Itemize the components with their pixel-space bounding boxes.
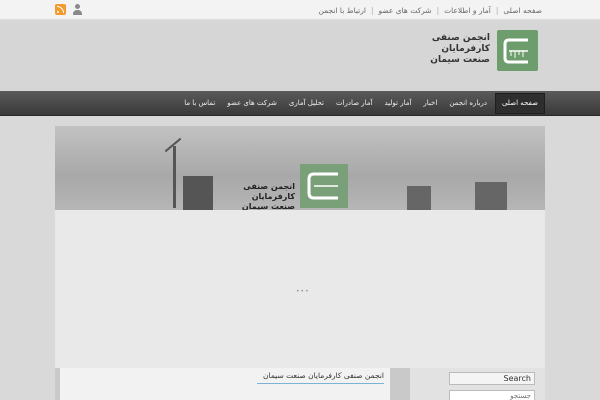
post-box: انجمن صنفی کارفرمایان صنعت سیمان <box>60 368 390 400</box>
post-title[interactable]: انجمن صنفی کارفرمایان صنعت سیمان <box>257 371 384 384</box>
top-link-members[interactable]: شرکت های عضو <box>374 6 435 15</box>
search-input[interactable] <box>449 390 535 400</box>
factory-silo-2 <box>475 182 507 210</box>
factory-silo <box>407 186 431 210</box>
image-slider[interactable]: انجمن صنفی کارفرمایان صنعت سیمان <box>55 126 545 210</box>
slider-logo <box>300 164 348 208</box>
top-links: صفحه اصلی | آمار و اطلاعات | شرکت های عض… <box>314 0 546 20</box>
logo-text: انجمن صنفی کارفرمایان صنعت سیمان <box>430 33 490 65</box>
nav-analysis[interactable]: تحلیل آماری <box>283 91 330 116</box>
nav-production[interactable]: آمار تولید <box>379 91 418 116</box>
nav-exports[interactable]: آمار صادرات <box>330 91 379 116</box>
nav-news[interactable]: اخبار <box>417 91 443 116</box>
loading-indicator: ••• <box>296 288 310 295</box>
slider-logo-icon <box>307 172 338 200</box>
crane <box>173 146 176 208</box>
top-link-home[interactable]: صفحه اصلی <box>499 6 546 15</box>
nav-home[interactable]: صفحه اصلی <box>494 93 545 114</box>
site-logo[interactable] <box>497 30 538 71</box>
factory-tower <box>183 176 213 210</box>
logo-icon <box>503 38 528 64</box>
rss-icon[interactable] <box>55 4 66 15</box>
header: انجمن صنفی کارفرمایان صنعت سیمان <box>0 21 600 91</box>
nav-about[interactable]: درباره انجمن <box>443 91 493 116</box>
user-icon[interactable] <box>72 4 83 15</box>
search-row: Search <box>449 372 535 385</box>
top-link-stats[interactable]: آمار و اطلاعات <box>440 6 495 15</box>
top-icons <box>55 4 83 15</box>
slider-caption: انجمن صنفی کارفرمایان صنعت سیمان <box>241 182 295 210</box>
search-button[interactable]: Search <box>449 372 535 385</box>
nav-members[interactable]: شرکت های عضو <box>221 91 283 116</box>
main-nav: صفحه اصلی درباره انجمن اخبار آمار تولید … <box>0 91 600 116</box>
top-link-contact[interactable]: ارتباط با انجمن <box>314 6 369 15</box>
nav-contact[interactable]: تماس با ما <box>178 91 221 116</box>
top-bar: صفحه اصلی | آمار و اطلاعات | شرکت های عض… <box>0 0 600 20</box>
